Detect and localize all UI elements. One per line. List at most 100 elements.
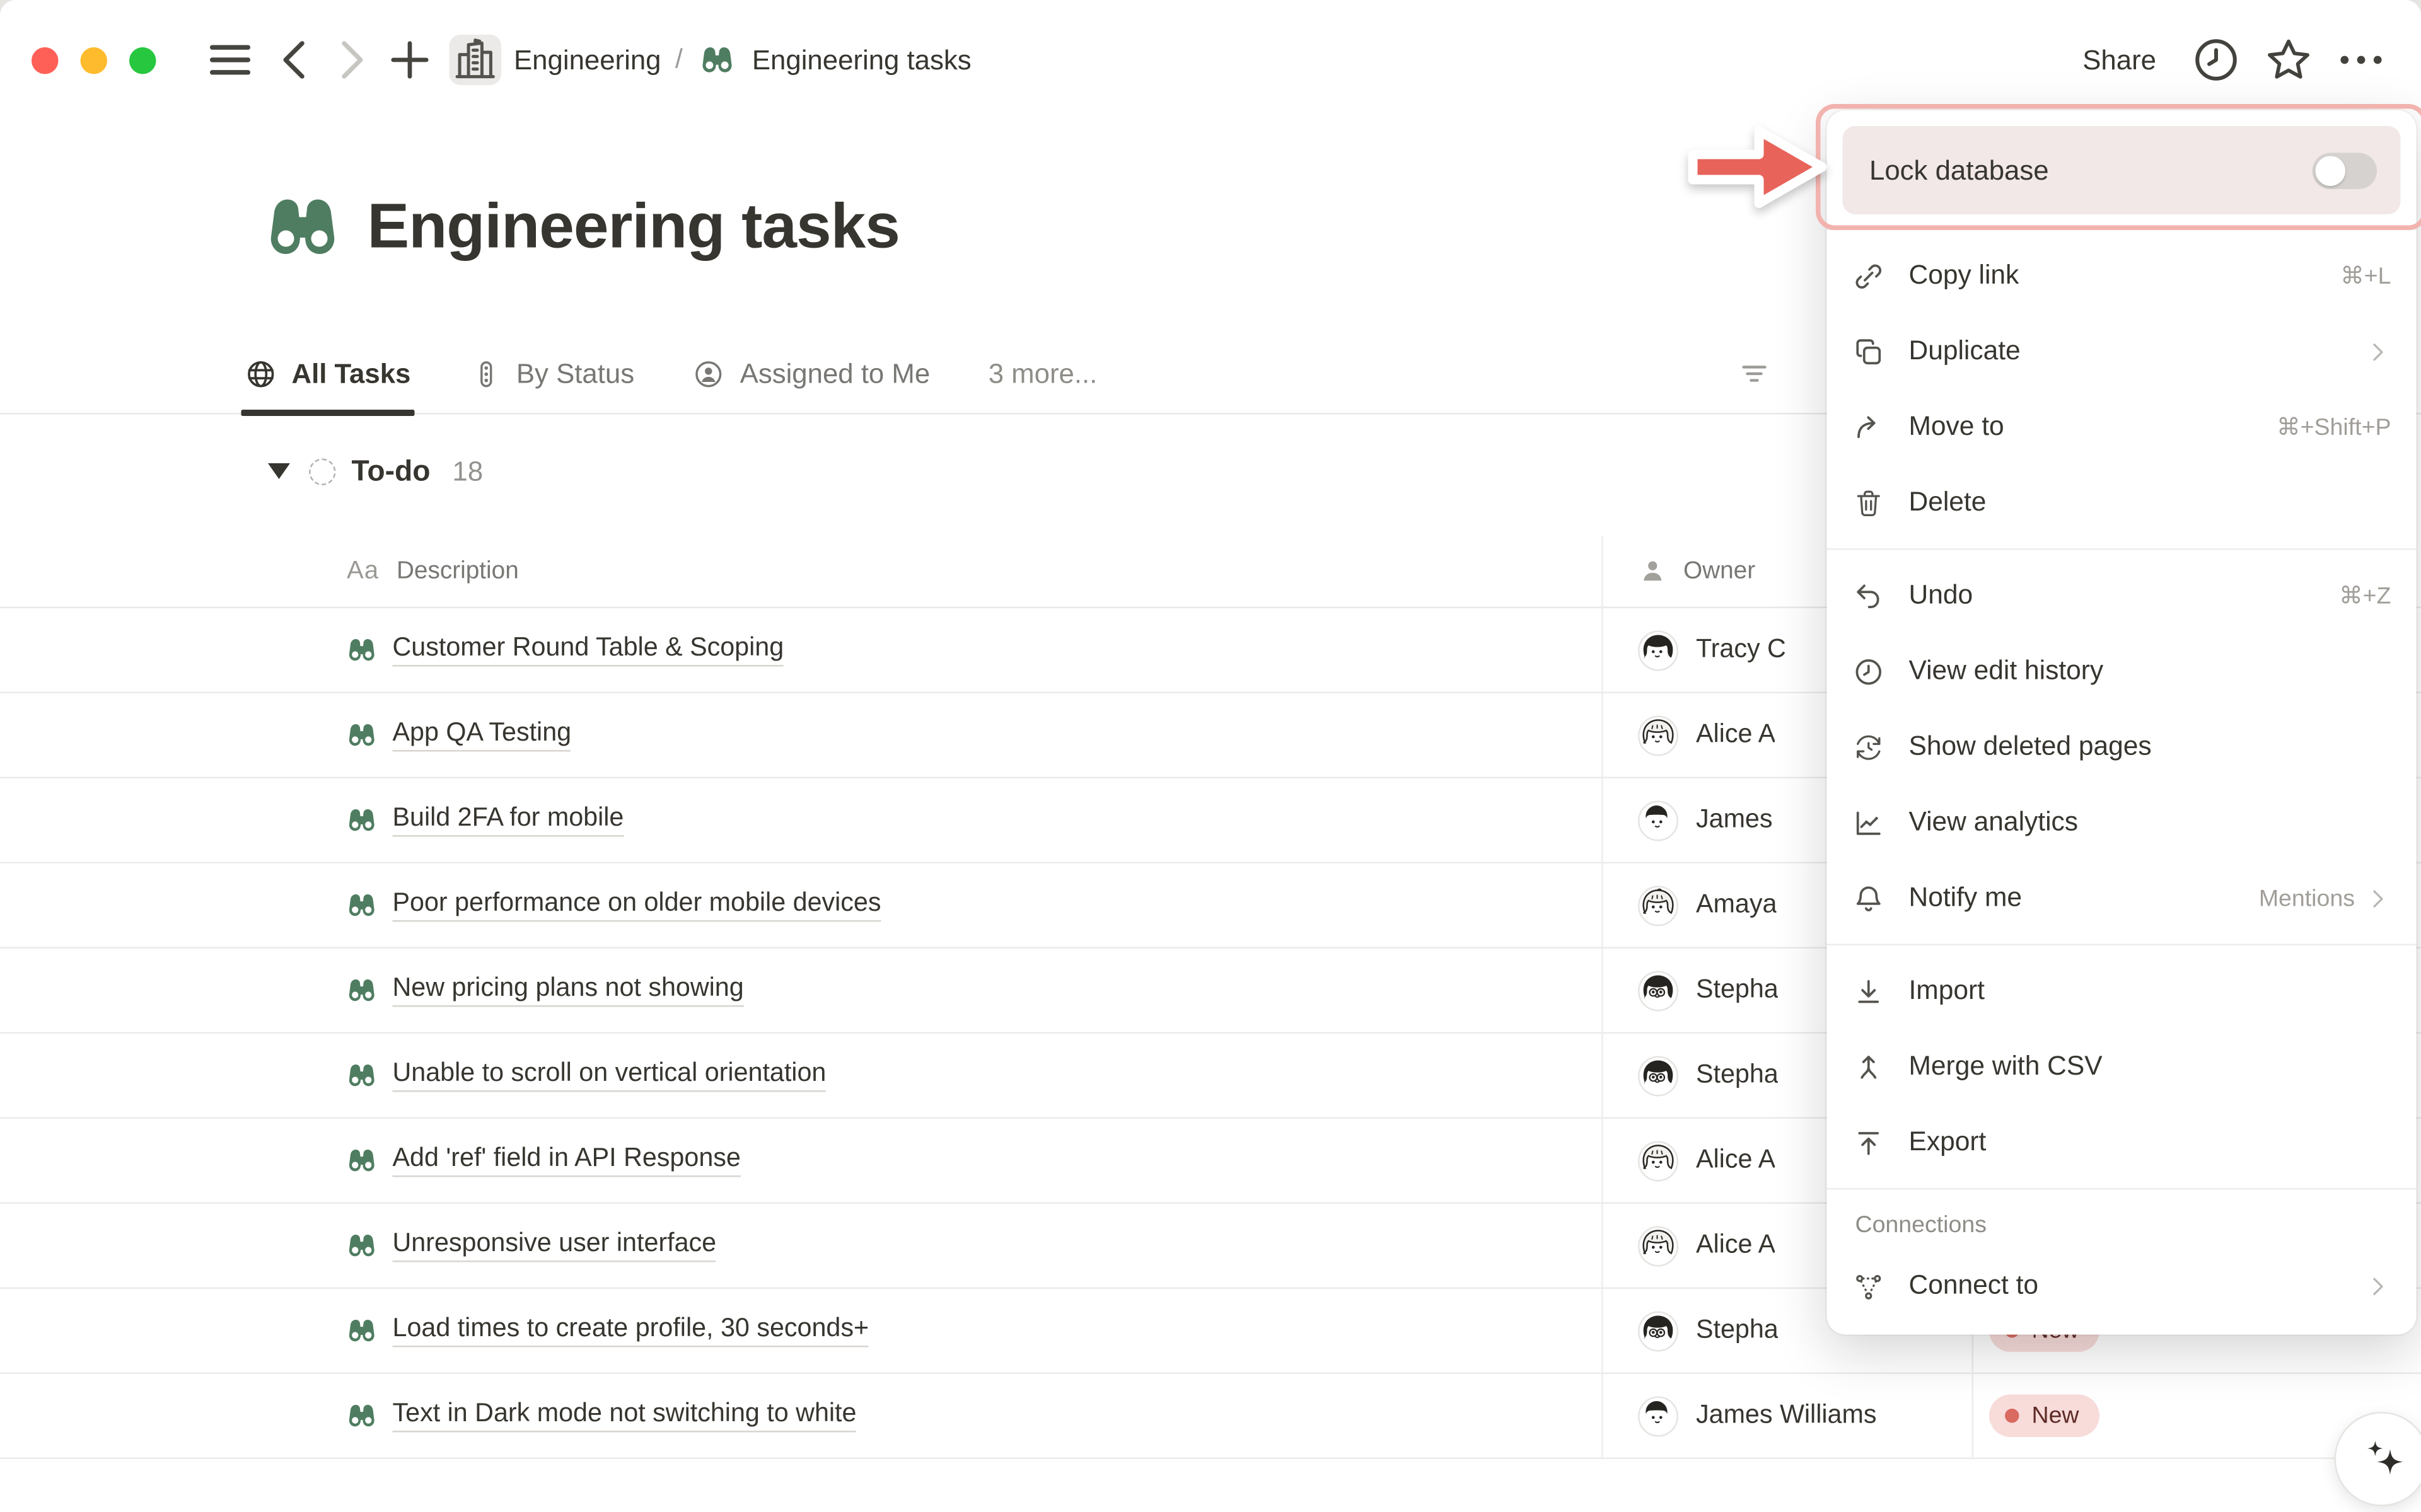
- menu-item-label: Move to: [1909, 412, 2004, 443]
- menu-item-label: View edit history: [1909, 655, 2104, 687]
- task-title-link[interactable]: Customer Round Table & Scoping: [393, 633, 784, 667]
- task-title-link[interactable]: Add 'ref' field in API Response: [393, 1144, 741, 1177]
- group-header[interactable]: To-do 18: [268, 454, 483, 488]
- back-icon[interactable]: [270, 33, 323, 87]
- task-cell[interactable]: Text in Dark mode not switching to white: [0, 1374, 1603, 1459]
- task-title-link[interactable]: Unable to scroll on vertical orientation: [393, 1059, 827, 1092]
- menu-item-label: Delete: [1909, 487, 1987, 519]
- menu-section-connections: Connections: [1827, 1197, 2417, 1248]
- task-cell[interactable]: Customer Round Table & Scoping: [0, 608, 1603, 693]
- task-cell[interactable]: App QA Testing: [0, 693, 1603, 778]
- task-cell[interactable]: Add 'ref' field in API Response: [0, 1119, 1603, 1204]
- menu-item-undo[interactable]: Undo ⌘+Z: [1827, 558, 2417, 633]
- forward-icon[interactable]: [323, 33, 377, 87]
- menu-item-show-deleted-pages[interactable]: Show deleted pages: [1827, 709, 2417, 785]
- tab-all-tasks[interactable]: All Tasks: [245, 334, 411, 413]
- link-icon: [1852, 259, 1886, 292]
- sidebar-menu-icon[interactable]: [204, 33, 257, 87]
- breadcrumb-page[interactable]: Engineering tasks: [746, 43, 978, 77]
- tab-by-status[interactable]: By Status: [469, 334, 634, 413]
- owner-name: Stepha: [1696, 1316, 1779, 1346]
- chevron-right-icon: [2364, 338, 2391, 365]
- table-row[interactable]: Text in Dark mode not switching to white…: [0, 1374, 2421, 1459]
- close-window-button[interactable]: [32, 47, 59, 74]
- column-header-description[interactable]: Aa Description: [0, 536, 1603, 608]
- menu-item-notify-me[interactable]: Notify me Mentions: [1827, 860, 2417, 936]
- undo-icon: [1852, 579, 1886, 613]
- menu-shortcut: ⌘+L: [2340, 262, 2391, 290]
- avatar: [1638, 885, 1679, 926]
- lock-database-row[interactable]: Lock database: [1843, 126, 2401, 214]
- menu-divider: [1827, 1188, 2417, 1190]
- tab-assigned-to-me[interactable]: Assigned to Me: [693, 334, 931, 413]
- task-cell[interactable]: New pricing plans not showing: [0, 949, 1603, 1034]
- menu-shortcut: ⌘+Z: [2339, 582, 2391, 610]
- task-title-link[interactable]: App QA Testing: [393, 718, 572, 752]
- traffic-lights: [32, 47, 156, 74]
- menu-item-delete[interactable]: Delete: [1827, 465, 2417, 541]
- menu-item-copy-link[interactable]: Copy link ⌘+L: [1827, 238, 2417, 314]
- task-title-link[interactable]: Text in Dark mode not switching to white: [393, 1399, 857, 1433]
- menu-item-label: Merge with CSV: [1909, 1051, 2103, 1083]
- task-title-link[interactable]: New pricing plans not showing: [393, 974, 744, 1007]
- task-title-link[interactable]: Build 2FA for mobile: [393, 804, 624, 837]
- breadcrumb-separator: /: [668, 44, 691, 76]
- menu-divider: [1827, 548, 2417, 550]
- ellipsis-icon[interactable]: [2333, 33, 2389, 87]
- menu-item-merge-with-csv[interactable]: Merge with CSV: [1827, 1029, 2417, 1105]
- ai-sparkle-button[interactable]: [2335, 1412, 2421, 1506]
- duplicate-icon: [1852, 335, 1886, 368]
- menu-item-label: Show deleted pages: [1909, 731, 2152, 763]
- menu-item-connect-to[interactable]: Connect to: [1827, 1248, 2417, 1324]
- task-cell[interactable]: Unable to scroll on vertical orientation: [0, 1034, 1603, 1119]
- menu-item-view-analytics[interactable]: View analytics: [1827, 785, 2417, 860]
- task-cell[interactable]: Load times to create profile, 30 seconds…: [0, 1289, 1603, 1374]
- filter-icon[interactable]: [1737, 356, 1772, 391]
- task-title-link[interactable]: Unresponsive user interface: [393, 1229, 717, 1262]
- task-cell[interactable]: Poor performance on older mobile devices: [0, 863, 1603, 949]
- clock-icon[interactable]: [2188, 33, 2244, 87]
- task-cell[interactable]: Build 2FA for mobile: [0, 778, 1603, 863]
- new-tab-plus-icon[interactable]: [383, 33, 437, 87]
- breadcrumb-workspace[interactable]: Engineering: [508, 43, 668, 77]
- analytics-icon: [1852, 806, 1886, 840]
- menu-item-view-edit-history[interactable]: View edit history: [1827, 633, 2417, 709]
- owner-cell[interactable]: James Williams: [1603, 1374, 1974, 1459]
- star-icon[interactable]: [2260, 33, 2317, 87]
- binoculars-icon: [347, 1316, 377, 1346]
- minimize-window-button[interactable]: [81, 47, 108, 74]
- binoculars-icon: [347, 805, 377, 836]
- task-cell[interactable]: Unresponsive user interface: [0, 1204, 1603, 1289]
- share-button[interactable]: Share: [2067, 37, 2172, 83]
- binoculars-icon: [347, 1231, 377, 1261]
- tab-label: By Status: [516, 357, 634, 390]
- collapse-triangle-icon[interactable]: [268, 463, 290, 479]
- binoculars-icon: [347, 1146, 377, 1176]
- task-title-link[interactable]: Poor performance on older mobile devices: [393, 889, 881, 922]
- avatar: [1638, 1395, 1679, 1436]
- lock-database-toggle[interactable]: [2313, 152, 2377, 188]
- zoom-window-button[interactable]: [129, 47, 156, 74]
- menu-item-label: Copy link: [1909, 260, 2019, 292]
- task-title-link[interactable]: Load times to create profile, 30 seconds…: [393, 1314, 869, 1348]
- tab-3-more-[interactable]: 3 more...: [989, 334, 1098, 413]
- menu-item-import[interactable]: Import: [1827, 954, 2417, 1029]
- column-label: Owner: [1683, 557, 1755, 586]
- menu-shortcut: ⌘+Shift+P: [2277, 413, 2391, 441]
- toolbar-right: Share: [2067, 33, 2389, 87]
- tab-label: Assigned to Me: [740, 357, 931, 390]
- building-icon[interactable]: [450, 35, 502, 85]
- menu-item-label: Export: [1909, 1127, 1987, 1158]
- menu-item-export[interactable]: Export: [1827, 1105, 2417, 1180]
- badge-dot-icon: [2005, 1409, 2019, 1423]
- owner-name: Alice A: [1696, 1231, 1775, 1261]
- binoculars-icon: [347, 891, 377, 921]
- menu-item-move-to[interactable]: Move to ⌘+Shift+P: [1827, 390, 2417, 465]
- person-icon: [1638, 557, 1668, 587]
- avatar: [1638, 800, 1679, 841]
- binoculars-icon: [700, 43, 734, 78]
- menu-item-duplicate[interactable]: Duplicate: [1827, 314, 2417, 390]
- binoculars-icon: [347, 1061, 377, 1091]
- menu-divider: [1827, 944, 2417, 946]
- avatar: [1638, 970, 1679, 1011]
